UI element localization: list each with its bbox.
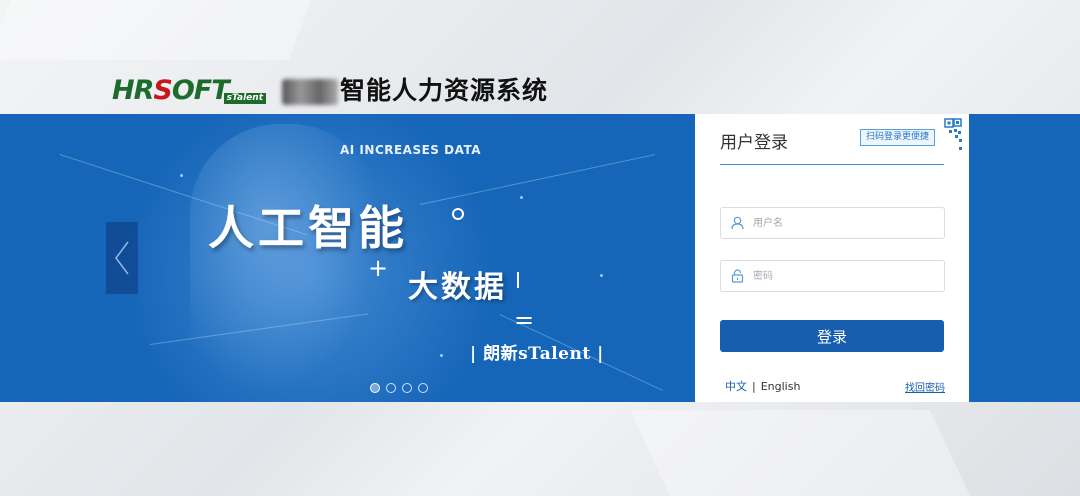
slogan-bigdata: 大数据 — [408, 270, 507, 305]
blurred-company-name — [282, 79, 338, 105]
equals-sign: = — [514, 306, 535, 334]
system-title-text: 智能人力资源系统 — [340, 76, 549, 105]
network-node — [600, 274, 603, 277]
forgot-password-link[interactable]: 找回密码 — [905, 379, 945, 394]
network-node — [440, 354, 443, 357]
login-panel: 用户登录 扫码登录更便捷 登录 中文|English 找回密码 — [695, 114, 969, 402]
login-title: 用户登录 — [720, 133, 788, 153]
background-decoration — [629, 410, 971, 496]
carousel-indicators — [370, 378, 434, 393]
language-switcher: 中文 | English — [725, 378, 800, 394]
banner-right-edge — [969, 114, 1080, 402]
carousel-dot[interactable] — [370, 383, 380, 393]
logo-sub-text: sTalent — [223, 93, 266, 104]
system-title: 智能人力资源系统 — [282, 74, 548, 108]
qr-code-icon[interactable] — [923, 117, 963, 157]
logo-brand-text: HRSOFT — [112, 75, 230, 106]
company-logo: HRSOFT sTalent — [112, 76, 268, 106]
slogan-brand: | 朗新sTalent | — [470, 344, 604, 364]
carousel-dot[interactable] — [418, 383, 428, 393]
carousel-dot[interactable] — [402, 383, 412, 393]
network-node — [180, 174, 183, 177]
degree-circle-decoration — [452, 208, 464, 220]
password-field[interactable] — [720, 260, 945, 292]
password-input[interactable] — [751, 262, 940, 290]
vertical-bar-decoration — [517, 272, 519, 288]
lang-separator: | — [752, 380, 756, 393]
slogan-ai: 人工智能 — [208, 201, 408, 255]
robot-illustration — [190, 124, 380, 394]
lock-icon — [731, 269, 744, 283]
plus-sign: + — [368, 254, 389, 282]
lang-chinese[interactable]: 中文 — [725, 380, 747, 393]
chevron-left-icon — [115, 241, 129, 275]
carousel-prev-button[interactable] — [106, 222, 138, 294]
lang-english[interactable]: English — [761, 380, 801, 393]
title-divider — [720, 164, 944, 165]
banner-tagline: AI INCREASES DATA — [340, 143, 481, 157]
username-field[interactable] — [720, 207, 945, 239]
carousel-dot[interactable] — [386, 383, 396, 393]
username-input[interactable] — [751, 209, 940, 237]
page-header: HRSOFT sTalent 智能人力资源系统 — [0, 0, 1080, 114]
user-icon — [731, 216, 744, 230]
login-button[interactable]: 登录 — [720, 320, 944, 352]
network-node — [520, 196, 523, 199]
